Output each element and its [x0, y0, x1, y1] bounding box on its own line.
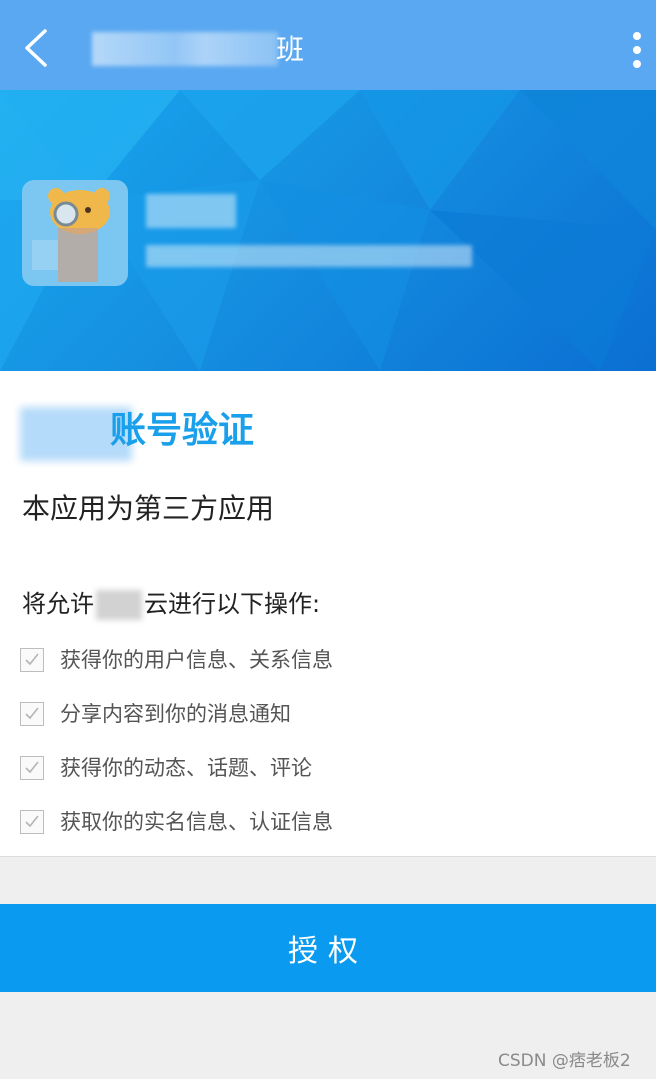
operations-title-suffix: 云进行以下操作:	[144, 590, 321, 618]
permission-item[interactable]: 获取你的实名信息、认证信息	[20, 795, 333, 849]
page-title-redacted	[92, 32, 278, 66]
permission-checkbox[interactable]	[20, 648, 44, 672]
more-options-button[interactable]	[620, 28, 654, 72]
permission-checkbox[interactable]	[20, 810, 44, 834]
back-button[interactable]	[14, 26, 58, 70]
permission-label: 获得你的动态、话题、评论	[60, 756, 312, 780]
third-party-note: 本应用为第三方应用	[22, 492, 275, 525]
check-icon	[25, 815, 39, 828]
check-icon	[25, 653, 39, 666]
permission-checkbox[interactable]	[20, 702, 44, 726]
check-icon	[25, 707, 39, 720]
chevron-left-icon	[25, 29, 47, 67]
page-title-suffix: 班	[276, 33, 305, 66]
watermark: CSDN @痞老板2	[498, 1051, 631, 1071]
permission-checkbox[interactable]	[20, 756, 44, 780]
permission-label: 分享内容到你的消息通知	[60, 702, 291, 726]
operations-title-redacted	[96, 590, 142, 620]
operations-title: 将允许 云进行以下操作:	[22, 587, 320, 621]
card-heading: 账号验证	[110, 410, 255, 451]
permission-list: 获得你的用户信息、关系信息 分享内容到你的消息通知 获得你的动态、话题、评论 获…	[20, 633, 333, 849]
app-banner	[0, 90, 656, 371]
app-name-redacted	[146, 194, 236, 228]
permission-label: 获得你的用户信息、关系信息	[60, 648, 333, 672]
permission-item[interactable]: 分享内容到你的消息通知	[20, 687, 333, 741]
permission-label: 获取你的实名信息、认证信息	[60, 810, 333, 834]
authorization-card: 账号验证 本应用为第三方应用 将允许 云进行以下操作: 获得你的用户信息、关系信息…	[0, 371, 656, 857]
authorize-button[interactable]: 授权	[0, 904, 656, 992]
app-bar: 班	[0, 0, 656, 90]
permission-item[interactable]: 获得你的动态、话题、评论	[20, 741, 333, 795]
app-icon	[22, 180, 128, 286]
operations-title-prefix: 将允许	[22, 590, 94, 618]
bear-logo-icon	[32, 188, 110, 282]
more-vertical-icon	[633, 32, 641, 40]
app-description-redacted	[146, 245, 472, 267]
permission-item[interactable]: 获得你的用户信息、关系信息	[20, 633, 333, 687]
check-icon	[25, 761, 39, 774]
